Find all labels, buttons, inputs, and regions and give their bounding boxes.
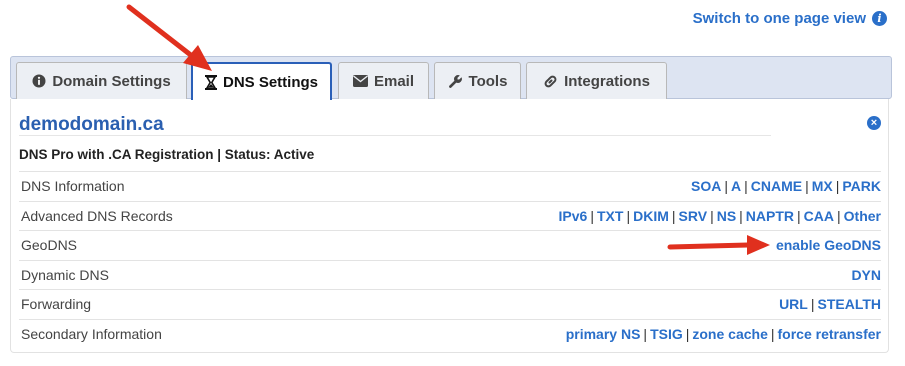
tab-tools[interactable]: Tools <box>434 62 521 99</box>
close-icon[interactable]: × <box>867 116 881 130</box>
txt-link[interactable]: TXT <box>597 208 623 224</box>
enable-geodns-link[interactable]: enable GeoDNS <box>776 237 881 253</box>
park-link[interactable]: PARK <box>842 178 881 194</box>
primary-ns-link[interactable]: primary NS <box>566 326 641 342</box>
tab-bar: Domain Settings DNS Settings Email Tools… <box>10 56 892 100</box>
zone-cache-link[interactable]: zone cache <box>692 326 767 342</box>
dyn-link[interactable]: DYN <box>851 267 881 283</box>
table-row: Advanced DNS Records IPv6 | TXT | DKIM | SRV | N… <box>19 200 881 231</box>
stealth-link[interactable]: STEALTH <box>817 296 881 312</box>
hourglass-icon <box>204 74 217 90</box>
dns-settings-table: DNS Information SOA | A | CNAME | MX | PARK Adva… <box>19 171 881 348</box>
tab-dns-settings[interactable]: DNS Settings <box>191 62 332 100</box>
tab-domain-settings[interactable]: Domain Settings <box>16 62 187 99</box>
envelope-icon <box>352 75 368 87</box>
url-link[interactable]: URL <box>779 296 808 312</box>
tab-label: Email <box>373 72 415 90</box>
row-links: enable GeoDNS <box>776 237 881 253</box>
switch-one-page-view-link[interactable]: Switch to one page view i <box>693 10 887 27</box>
tab-label: Domain Settings <box>52 72 171 90</box>
row-label: Advanced DNS Records <box>21 207 173 224</box>
tab-label: Integrations <box>564 72 650 90</box>
caa-link[interactable]: CAA <box>804 208 834 224</box>
link-icon <box>544 75 557 87</box>
info-icon[interactable]: i <box>872 11 887 26</box>
ns-link[interactable]: NS <box>717 208 736 224</box>
switch-view-label[interactable]: Switch to one page view <box>693 10 866 27</box>
table-row: Secondary Information primary NS | TSIG | zo… <box>19 318 882 349</box>
table-row: DNS Information SOA | A | CNAME | MX | PARK <box>19 171 881 201</box>
table-row: Dynamic DNS DYN <box>19 259 881 290</box>
force-retransfer-link[interactable]: force retransfer <box>778 326 882 342</box>
mx-link[interactable]: MX <box>812 178 833 194</box>
a-record-link[interactable]: A <box>731 178 741 194</box>
soa-link[interactable]: SOA <box>691 178 721 194</box>
domain-name: demodomain.ca <box>19 114 164 135</box>
row-label: Dynamic DNS <box>21 266 109 283</box>
tab-label: Tools <box>468 72 508 90</box>
info-circle-icon <box>32 74 46 88</box>
wrench-icon <box>448 74 462 88</box>
title-divider <box>19 135 771 136</box>
tab-label: DNS Settings <box>222 73 318 91</box>
plan-status: DNS Pro with .CA Registration | Status: … <box>19 147 315 162</box>
row-links: primary NS | TSIG | zone cache | force retrans… <box>565 325 882 342</box>
naptr-link[interactable]: NAPTR <box>746 208 794 224</box>
row-links: SOA | A | CNAME | MX | PARK <box>690 178 881 195</box>
srv-link[interactable]: SRV <box>679 208 708 224</box>
dns-settings-panel: demodomain.ca × DNS Pro with .CA Registr… <box>10 99 889 353</box>
row-links: URL | STEALTH <box>779 296 881 313</box>
other-link[interactable]: Other <box>844 208 881 224</box>
tsig-link[interactable]: TSIG <box>650 326 683 342</box>
row-links: DYN <box>851 267 881 283</box>
row-links: IPv6 | TXT | DKIM | SRV | NS | NAPTR | CAA | Other <box>558 207 881 224</box>
dkim-link[interactable]: DKIM <box>633 208 669 224</box>
table-row: Forwarding URL | STEALTH <box>19 289 881 319</box>
tab-email[interactable]: Email <box>338 62 429 99</box>
ipv6-link[interactable]: IPv6 <box>559 208 588 224</box>
row-label: GeoDNS <box>21 237 78 254</box>
row-label: Forwarding <box>21 296 92 313</box>
tab-integrations[interactable]: Integrations <box>526 62 667 99</box>
cname-link[interactable]: CNAME <box>751 178 802 194</box>
row-label: Secondary Information <box>21 325 162 342</box>
table-row: GeoDNS enable GeoDNS <box>19 230 881 260</box>
row-label: DNS Information <box>21 178 125 195</box>
